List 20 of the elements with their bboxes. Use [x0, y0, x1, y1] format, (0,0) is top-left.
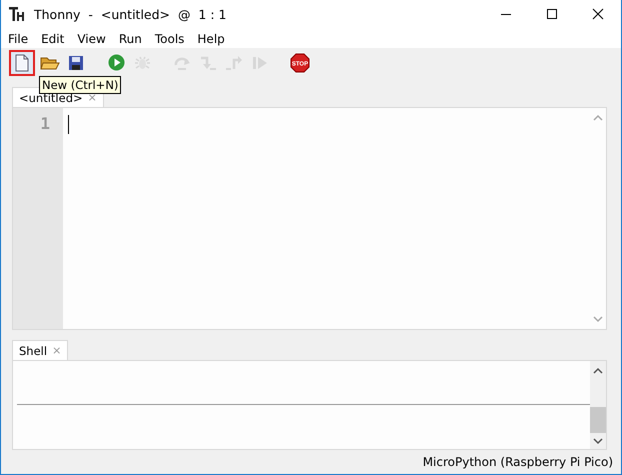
shell-tab[interactable]: Shell ×	[12, 340, 68, 360]
maximize-icon[interactable]	[546, 8, 558, 20]
new-file-icon[interactable]	[14, 54, 30, 72]
scroll-up-icon[interactable]	[593, 367, 603, 375]
folder-icon[interactable]	[40, 54, 60, 71]
menu-item[interactable]: File	[8, 32, 28, 46]
menu-item[interactable]: Run	[118, 32, 142, 46]
scroll-down-icon[interactable]	[593, 437, 603, 445]
menu-item[interactable]: Help	[197, 32, 225, 46]
app-logo-icon	[8, 6, 26, 22]
scrollbar-thumb[interactable]	[590, 407, 606, 433]
run-icon[interactable]	[108, 54, 124, 72]
menu-item[interactable]: Edit	[41, 32, 64, 46]
tooltip: New (Ctrl+N)	[39, 76, 122, 94]
close-icon[interactable]	[592, 8, 604, 20]
status-text: MicroPython (Raspberry Pi Pico)	[422, 455, 613, 469]
line-number: 1	[40, 114, 50, 133]
menu-item[interactable]: View	[77, 32, 106, 46]
menu-item[interactable]: Tools	[154, 32, 184, 46]
window-title: Thonny - <untitled> @ 1 : 1	[34, 6, 226, 22]
